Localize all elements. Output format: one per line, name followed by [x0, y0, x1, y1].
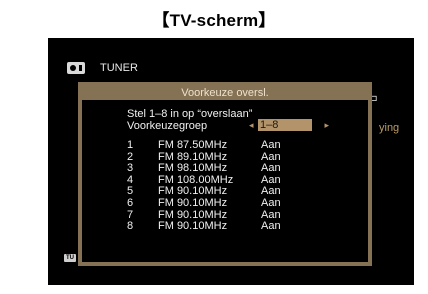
preset-list: 1 FM 87.50MHz Aan 2 FM 89.10MHz Aan 3 FM…: [127, 139, 307, 233]
tu-badge: TU: [64, 254, 76, 262]
source-title: TUNER: [100, 62, 138, 74]
preset-number: 8: [127, 220, 134, 233]
dialog-instruction: Stel 1–8 in op “overslaan”: [127, 108, 253, 120]
preset-row[interactable]: 1 FM 87.50MHz Aan: [127, 139, 307, 152]
preset-state[interactable]: Aan: [261, 197, 281, 210]
preset-group-selector[interactable]: ◂ 1–8 ▸: [249, 119, 329, 131]
preset-frequency: FM 90.10MHz: [158, 220, 228, 233]
preset-number: 6: [127, 196, 134, 209]
preset-row[interactable]: 8 FM 90.10MHz Aan: [127, 221, 307, 233]
arrow-left-icon[interactable]: ◂: [249, 120, 254, 130]
preset-skip-dialog: Voorkeuze oversl. Stel 1–8 in op “oversl…: [78, 82, 372, 266]
preset-group-value[interactable]: 1–8: [258, 119, 312, 131]
preset-frequency: FM 90.10MHz: [158, 196, 228, 209]
dialog-title: Voorkeuze oversl.: [82, 86, 368, 100]
preset-state[interactable]: Aan: [261, 221, 281, 233]
preset-group-label: Voorkeuzegroep: [127, 120, 208, 132]
page-title: 【TV-scherm】: [152, 11, 276, 30]
preset-frequency: FM 87.50MHz: [158, 139, 228, 151]
preset-row[interactable]: 6 FM 90.10MHz Aan: [127, 196, 307, 210]
tuner-icon: [67, 62, 85, 74]
playing-status-text: ying: [379, 122, 400, 134]
arrow-right-icon[interactable]: ▸: [324, 120, 329, 130]
preset-state[interactable]: Aan: [261, 139, 281, 152]
tv-screen: TUNER ⊐ ying TU Voorkeuze oversl. Stel 1…: [48, 38, 414, 285]
preset-number: 1: [127, 139, 134, 151]
